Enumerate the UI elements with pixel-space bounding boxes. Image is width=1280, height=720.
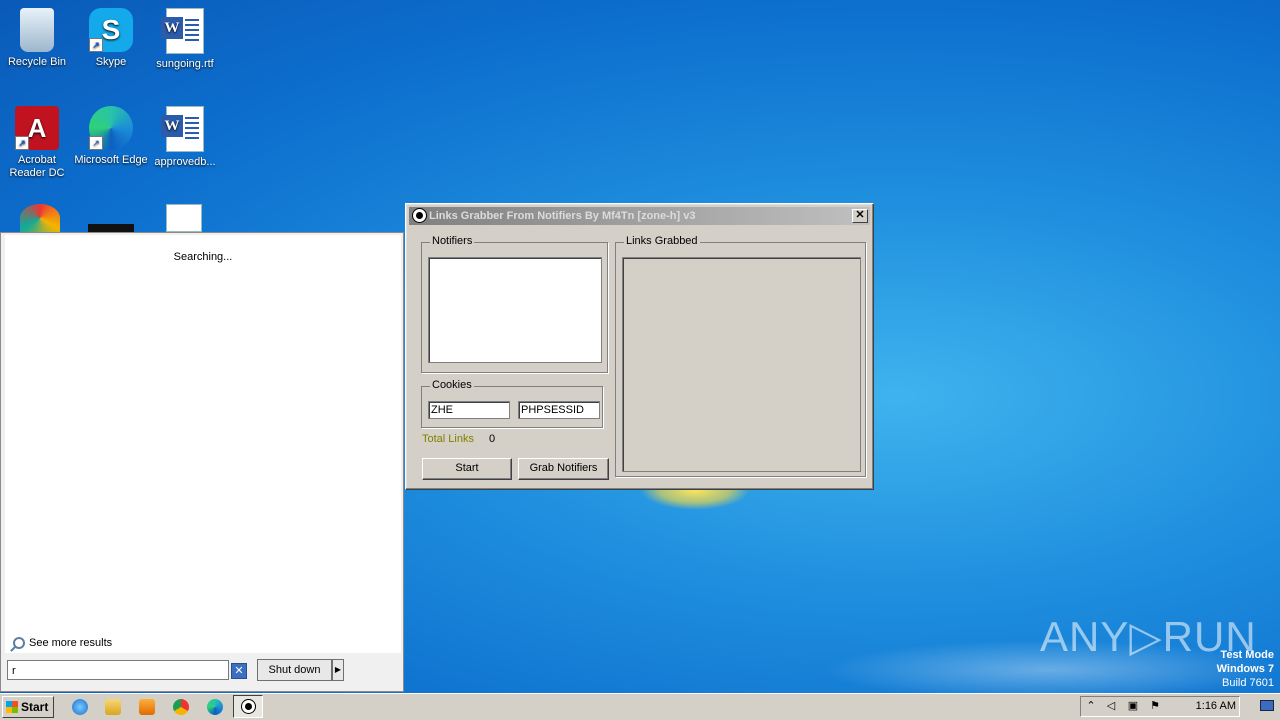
desktop-icon-sungoing[interactable]: W sungoing.rtf: [148, 8, 222, 71]
grab-notifiers-button[interactable]: Grab Notifiers: [518, 458, 609, 480]
word-document-icon: W: [161, 8, 204, 54]
desktop-icon-label: Skype: [95, 56, 127, 68]
start-button[interactable]: Start: [422, 458, 512, 480]
notifiers-group: Notifiers: [421, 235, 608, 373]
action-center-flag-icon[interactable]: ⚑: [1149, 700, 1161, 712]
file-explorer-icon[interactable]: [105, 699, 121, 715]
test-mode-notice: Test Mode Windows 7 Build 7601: [1217, 648, 1274, 690]
desktop-icon-label: approvedb...: [154, 156, 216, 168]
search-results-pane: Searching... See more results: [5, 235, 401, 653]
skype-icon: S ↗: [89, 8, 133, 52]
links-grabbed-list[interactable]: [622, 257, 861, 472]
shortcut-arrow-icon: ↗: [89, 136, 103, 150]
app-icon: [241, 699, 256, 714]
close-button[interactable]: ✕: [852, 209, 868, 223]
desktop-icon-skype[interactable]: S ↗ Skype: [74, 8, 148, 69]
start-menu-button[interactable]: Start: [2, 696, 54, 718]
total-links-label: Total Links: [422, 433, 474, 445]
start-menu: Searching... See more results r ✕ Shut d…: [0, 232, 404, 692]
zhe-cookie-input[interactable]: ZHE: [428, 401, 510, 419]
desktop-icon-label: Recycle Bin: [7, 56, 67, 68]
start-label: Start: [21, 700, 49, 714]
shortcut-arrow-icon: ↗: [15, 136, 29, 150]
taskbar: Start ⌃ ◁ ▣ ⚑ 1:16 AM: [0, 693, 1280, 720]
desktop-icon-approvedb[interactable]: W approvedb...: [148, 106, 222, 169]
show-desktop-icon[interactable]: [1260, 700, 1274, 711]
media-player-icon[interactable]: [139, 699, 155, 715]
taskbar-clock[interactable]: 1:16 AM: [1196, 700, 1236, 712]
desktop-icon-edge[interactable]: ↗ Microsoft Edge: [74, 106, 148, 167]
links-grabber-window: Links Grabber From Notifiers By Mf4Tn [z…: [405, 203, 874, 490]
chevron-right-icon: ▶: [334, 665, 342, 674]
network-icon[interactable]: ▣: [1127, 700, 1139, 712]
cookies-group: Cookies ZHE PHPSESSID: [421, 379, 603, 428]
acrobat-icon: A ↗: [15, 106, 59, 150]
clear-search-button[interactable]: ✕: [231, 663, 247, 679]
see-more-label: See more results: [29, 637, 113, 649]
build-label: Build 7601: [1222, 677, 1274, 689]
desktop-icon-label: sungoing.rtf: [156, 58, 214, 70]
desktop-icon-label: Microsoft Edge: [74, 154, 148, 166]
desktop-icon-label: Acrobat Reader DC: [9, 154, 65, 179]
window-title: Links Grabber From Notifiers By Mf4Tn [z…: [429, 210, 696, 222]
links-grabbed-group: Links Grabbed: [615, 235, 866, 477]
phpsessid-cookie-input[interactable]: PHPSESSID: [518, 401, 600, 419]
app-icon: [412, 208, 427, 223]
close-icon: ✕: [234, 665, 244, 677]
shut-down-button[interactable]: Shut down: [257, 659, 332, 681]
chevron-up-icon[interactable]: ⌃: [1085, 700, 1097, 712]
see-more-results-link[interactable]: See more results: [13, 637, 112, 649]
shut-down-options-button[interactable]: ▶: [332, 659, 344, 681]
recycle-bin-icon: [20, 8, 54, 52]
desktop-icon-acrobat[interactable]: A ↗ Acrobat Reader DC: [0, 106, 74, 180]
magnifier-icon: [13, 637, 25, 649]
cookies-legend: Cookies: [430, 379, 474, 391]
chrome-icon[interactable]: [20, 204, 60, 232]
edge-icon: ↗: [89, 106, 133, 150]
title-bar[interactable]: Links Grabber From Notifiers By Mf4Tn [z…: [409, 207, 870, 225]
close-icon: ✕: [855, 209, 865, 221]
os-label: Windows 7: [1216, 663, 1274, 675]
word-document-icon[interactable]: [166, 204, 202, 232]
links-grabbed-legend: Links Grabbed: [624, 235, 700, 247]
searching-status: Searching...: [173, 251, 233, 263]
desktop-icon-recycle-bin[interactable]: Recycle Bin: [0, 8, 74, 69]
chrome-icon[interactable]: [173, 699, 189, 715]
volume-icon[interactable]: ◁: [1105, 700, 1117, 712]
notifiers-legend: Notifiers: [430, 235, 475, 247]
windows-logo-icon: [6, 701, 18, 713]
test-mode-label: Test Mode: [1220, 649, 1274, 661]
notifiers-list[interactable]: [428, 257, 602, 363]
desktop-app-icon[interactable]: [88, 224, 134, 232]
shortcut-arrow-icon: ↗: [89, 38, 103, 52]
start-search-input[interactable]: r: [7, 660, 229, 680]
word-document-icon: W: [161, 106, 204, 152]
taskbar-links-grabber[interactable]: [233, 695, 263, 718]
edge-icon[interactable]: [207, 699, 223, 715]
internet-explorer-icon[interactable]: [72, 699, 88, 715]
total-links-value: 0: [489, 433, 496, 445]
